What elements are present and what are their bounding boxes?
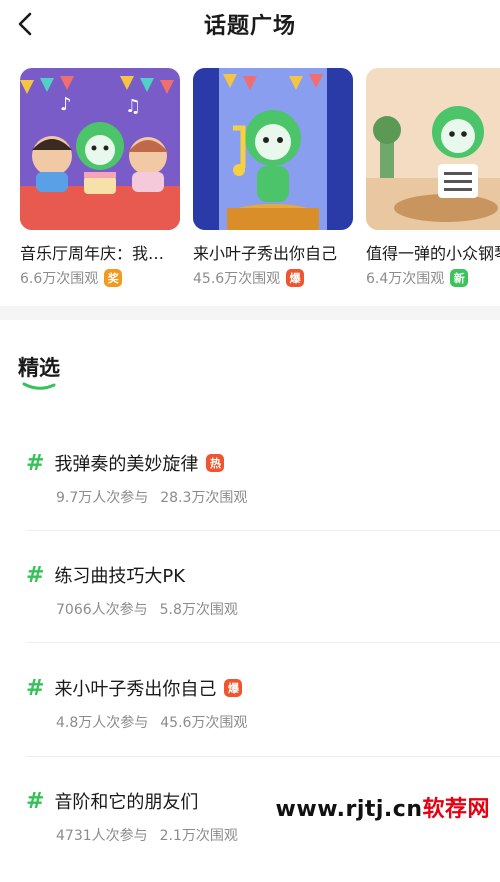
topic-item[interactable]: # 音阶和它的朋友们 4731人次参与 2.1万次围观 (0, 770, 500, 882)
featured-card-views: 6.6万次围观 (20, 271, 99, 287)
site-watermark: www.rjtj.cn软荐网 (276, 791, 490, 823)
featured-card[interactable]: ♪ ♫ 音乐厅周年庆：我… 6.6万次围观 奖 (20, 68, 180, 288)
topic-name: 音阶和它的朋友们 (54, 792, 199, 813)
divider (26, 530, 500, 531)
svg-text:♪: ♪ (60, 94, 72, 115)
topic-participants: 9.7万人次参与 (56, 490, 149, 506)
featured-card[interactable]: 值得一弹的小众钢琴曲 6.4万次围观 新 (366, 68, 500, 288)
hashtag-icon: # (26, 562, 45, 588)
hashtag-icon: # (26, 450, 45, 476)
hot-badge: 热 (206, 454, 225, 472)
featured-topics-carousel[interactable]: ♪ ♫ 音乐厅周年庆：我… 6.6万次围观 奖 来小叶子秀出你自己 45.6万次… (0, 68, 500, 298)
hashtag-icon: # (26, 788, 45, 814)
featured-card[interactable]: 来小叶子秀出你自己 45.6万次围观 爆 (193, 68, 353, 288)
featured-card-image: ♪ ♫ (20, 68, 180, 230)
watermark-url: www.rjtj.cn (275, 797, 423, 822)
section-underline-decoration (22, 382, 56, 390)
topic-participants: 7066人次参与 (56, 602, 148, 618)
featured-card-title: 来小叶子秀出你自己 (193, 244, 338, 263)
featured-card-title: 值得一弹的小众钢琴曲 (366, 244, 500, 263)
topic-name: 练习曲技巧大PK (54, 566, 186, 587)
topic-participants: 4731人次参与 (56, 828, 148, 844)
divider (26, 642, 500, 643)
topic-participants: 4.8万人次参与 (56, 715, 149, 731)
divider (26, 756, 500, 757)
featured-card-image (366, 68, 500, 230)
featured-card-image (193, 68, 353, 230)
topic-views: 5.8万次围观 (159, 602, 238, 618)
topic-views: 45.6万次围观 (160, 715, 248, 731)
top-bar: 话题广场 (0, 0, 500, 50)
svg-text:♫: ♫ (125, 96, 141, 117)
featured-card-views: 45.6万次围观 (193, 271, 281, 287)
featured-card-views: 6.4万次围观 (366, 271, 445, 287)
hot-badge: 爆 (286, 269, 305, 287)
explosive-badge: 爆 (224, 679, 243, 697)
topic-item[interactable]: # 来小叶子秀出你自己 爆 4.8万人次参与 45.6万次围观 (0, 657, 500, 769)
topic-views: 2.1万次围观 (159, 828, 238, 844)
page-title: 话题广场 (203, 14, 296, 39)
hashtag-icon: # (26, 675, 45, 701)
featured-card-title: 音乐厅周年庆：我… (20, 244, 165, 263)
topic-item[interactable]: # 我弹奏的美妙旋律 热 9.7万人次参与 28.3万次围观 (0, 432, 500, 544)
new-badge: 新 (450, 269, 469, 287)
topic-item[interactable]: # 练习曲技巧大PK 7066人次参与 5.8万次围观 (0, 544, 500, 656)
watermark-site-name: 软荐网 (422, 797, 490, 822)
section-separator (0, 306, 500, 320)
award-badge: 奖 (104, 269, 123, 287)
topic-name: 我弹奏的美妙旋律 (54, 454, 199, 475)
topic-views: 28.3万次围观 (160, 490, 248, 506)
section-title: 精选 (18, 356, 60, 380)
topic-name: 来小叶子秀出你自己 (54, 679, 217, 700)
